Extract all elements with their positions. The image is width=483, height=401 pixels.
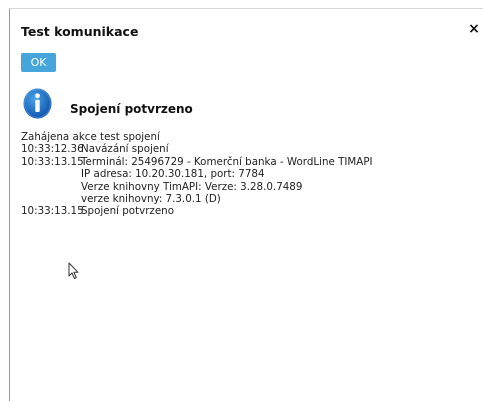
test-communication-dialog: Test komunikace × OK Spojení potvrzeno Z… — [9, 8, 483, 401]
log-text: Verze knihovny TimAPI: Verze: 3.28.0.748… — [81, 180, 303, 193]
log-text: Spojení potvrzeno — [81, 205, 174, 218]
log-time: 10:33:13.15 — [21, 155, 84, 168]
info-icon — [23, 88, 52, 119]
log-output: Zahájena akce test spojení 10:33:12.36Na… — [21, 131, 373, 218]
connection-status: Spojení potvrzeno — [70, 102, 193, 116]
log-entry: 10:33:13.15Spojení potvrzeno — [21, 205, 373, 217]
close-icon[interactable]: × — [467, 22, 481, 36]
log-time: 10:33:12.36 — [21, 143, 84, 156]
log-entry: IP adresa: 10.20.30.181, port: 7784 — [21, 168, 373, 180]
log-text: IP adresa: 10.20.30.181, port: 7784 — [81, 168, 265, 181]
log-entry: 10:33:12.36Navázání spojení — [21, 143, 373, 155]
log-text: verze knihovny: 7.3.0.1 (D) — [81, 192, 221, 205]
log-text: Navázání spojení — [81, 143, 169, 156]
log-header: Zahájena akce test spojení — [21, 131, 160, 143]
log-entry: 10:33:13.15Terminál: 25496729 - Komerční… — [21, 156, 373, 168]
log-time: 10:33:13.15 — [21, 205, 84, 218]
log-entry: Verze knihovny TimAPI: Verze: 3.28.0.748… — [21, 181, 373, 193]
dialog-title: Test komunikace — [21, 24, 139, 39]
mouse-cursor-icon — [68, 262, 79, 279]
log-entry: verze knihovny: 7.3.0.1 (D) — [21, 193, 373, 205]
log-text: Terminál: 25496729 - Komerční banka - Wo… — [81, 155, 373, 168]
ok-button[interactable]: OK — [21, 53, 56, 72]
